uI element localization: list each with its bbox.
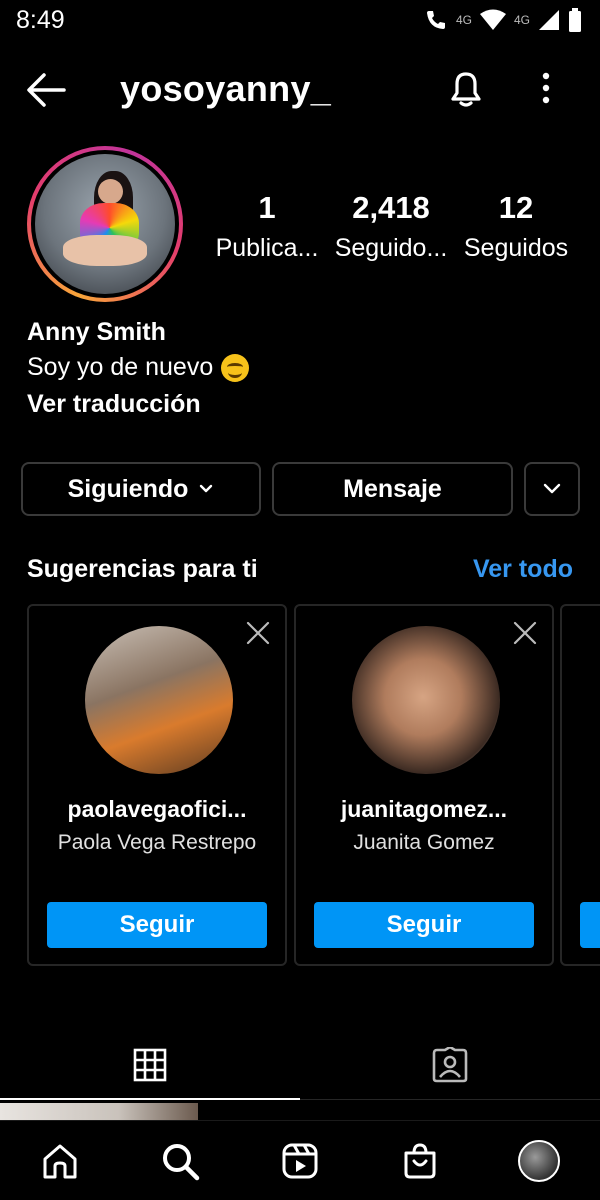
search-icon — [163, 1144, 200, 1181]
nav-home[interactable] — [38, 1139, 82, 1183]
follow-button-partial[interactable] — [580, 902, 600, 948]
stat-followers[interactable]: 2,418 Seguido... — [331, 190, 451, 263]
nav-profile[interactable] — [517, 1139, 561, 1183]
bottom-navigation — [0, 1120, 600, 1200]
profile-stats: 1 Publica... 2,418 Seguido... 12 Seguido… — [210, 190, 580, 270]
suggestion-avatar[interactable] — [85, 626, 233, 774]
see-all-link[interactable]: Ver todo — [473, 555, 573, 584]
see-translation-link[interactable]: Ver traducción — [27, 390, 201, 419]
active-tab-indicator — [0, 1098, 300, 1100]
signal-icon — [539, 10, 559, 30]
suggestions-toggle-button[interactable] — [524, 462, 580, 516]
suggestion-card-partial[interactable] — [560, 604, 600, 966]
stat-posts-value: 1 — [258, 190, 276, 225]
suggestion-name: Juanita Gomez — [353, 831, 495, 854]
stat-following[interactable]: 12 Seguidos — [456, 190, 576, 263]
status-bar: 8:49 4G 4G — [0, 0, 600, 44]
home-icon — [43, 1144, 77, 1179]
profile-avatar — [35, 154, 175, 294]
back-arrow-icon — [27, 73, 66, 107]
profile-avatar-small — [518, 1140, 560, 1182]
suggestion-avatar[interactable] — [352, 626, 500, 774]
close-icon[interactable] — [245, 620, 271, 646]
tab-posts-grid[interactable] — [0, 1030, 300, 1100]
network-label-2: 4G — [513, 13, 530, 27]
chevron-down-icon — [200, 484, 213, 493]
following-label: Siguiendo — [67, 474, 189, 503]
stat-following-value: 12 — [498, 190, 534, 225]
smiling-emoji-icon — [221, 353, 250, 382]
status-icons: 4G 4G — [424, 8, 582, 32]
suggestion-username[interactable]: paolavegaofici... — [29, 796, 285, 823]
stat-posts[interactable]: 1 Publica... — [207, 190, 327, 263]
nav-reels[interactable] — [278, 1139, 322, 1183]
more-vertical-icon — [542, 72, 550, 104]
follow-button[interactable]: Seguir — [314, 902, 534, 948]
battery-icon — [569, 8, 581, 32]
profile-header: yosoyanny_ — [0, 56, 600, 126]
suggestions-title: Sugerencias para ti — [27, 555, 258, 583]
back-button[interactable] — [24, 70, 68, 110]
network-label: 4G — [455, 13, 472, 27]
message-label: Mensaje — [343, 474, 442, 503]
profile-bio: Soy yo de nuevo — [27, 353, 250, 382]
reels-icon — [282, 1143, 318, 1179]
status-time: 8:49 — [16, 6, 65, 34]
call-4g-icon — [426, 11, 445, 29]
message-button[interactable]: Mensaje — [272, 462, 513, 516]
suggestion-card[interactable]: juanitagomez... Juanita Gomez Seguir — [294, 604, 554, 966]
stat-followers-value: 2,418 — [352, 190, 430, 225]
follow-button[interactable]: Seguir — [47, 902, 267, 948]
page-title: yosoyanny_ — [120, 68, 332, 109]
nav-search[interactable] — [158, 1139, 202, 1183]
notifications-button[interactable] — [444, 66, 488, 110]
bell-icon — [451, 72, 481, 107]
profile-full-name: Anny Smith — [27, 318, 166, 346]
following-button[interactable]: Siguiendo — [21, 462, 261, 516]
stat-following-label: Seguidos — [463, 234, 569, 262]
profile-avatar-story-ring[interactable] — [27, 146, 183, 302]
nav-shop[interactable] — [398, 1139, 442, 1183]
suggestion-name: Paola Vega Restrepo — [57, 831, 257, 854]
stat-posts-label: Publica... — [215, 234, 319, 262]
profile-tabs — [0, 1030, 600, 1102]
grid-icon — [133, 1048, 167, 1082]
tab-tagged[interactable] — [300, 1030, 600, 1100]
shop-icon — [404, 1143, 436, 1179]
suggestion-card[interactable]: paolavegaofici... Paola Vega Restrepo Se… — [27, 604, 287, 966]
suggestion-username[interactable]: juanitagomez... — [296, 796, 552, 823]
chevron-down-icon — [543, 483, 561, 494]
bio-text: Soy yo de nuevo — [27, 353, 214, 381]
stat-followers-label: Seguido... — [334, 234, 448, 262]
close-icon[interactable] — [512, 620, 538, 646]
wifi-icon — [479, 9, 506, 30]
tagged-icon — [432, 1047, 468, 1083]
more-options-button[interactable] — [532, 68, 560, 112]
